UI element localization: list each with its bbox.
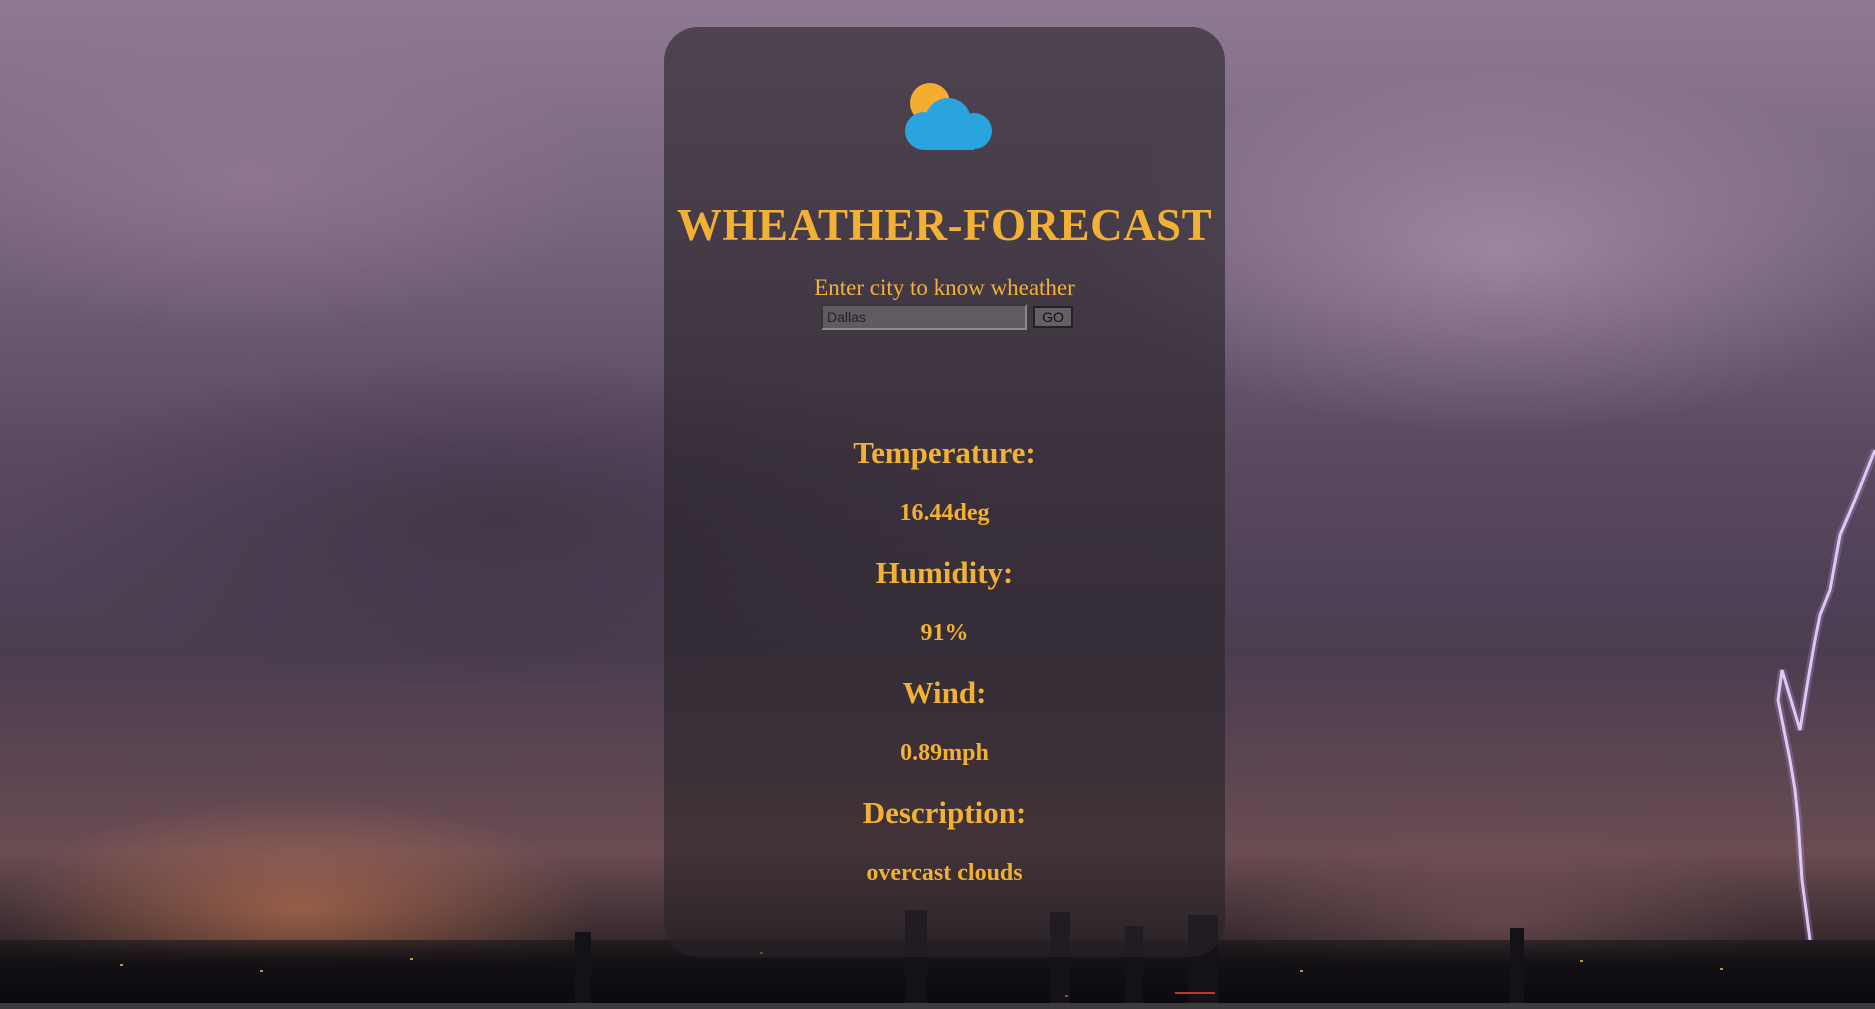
bottom-edge-bar: [0, 1003, 1875, 1009]
description-label: Description:: [862, 795, 1027, 830]
go-button[interactable]: GO: [1033, 306, 1073, 328]
app-title: WHEATHER-FORECAST: [676, 200, 1213, 250]
lightning-bolt-graphic: [1773, 448, 1875, 940]
sun-cloud-icon: [905, 83, 992, 150]
humidity-label: Humidity:: [875, 555, 1014, 590]
description-value: overcast clouds: [866, 860, 1023, 886]
search-prompt: Enter city to know wheather: [814, 275, 1075, 300]
temperature-value: 16.44deg: [899, 500, 990, 526]
wind-value: 0.89mph: [900, 740, 989, 766]
weather-card: WHEATHER-FORECAST Enter city to know whe…: [664, 27, 1225, 957]
search-row: GO: [821, 303, 1073, 331]
humidity-value: 91%: [920, 620, 969, 646]
city-search-input[interactable]: [821, 304, 1027, 330]
wind-label: Wind:: [902, 675, 987, 710]
temperature-label: Temperature:: [853, 435, 1036, 470]
